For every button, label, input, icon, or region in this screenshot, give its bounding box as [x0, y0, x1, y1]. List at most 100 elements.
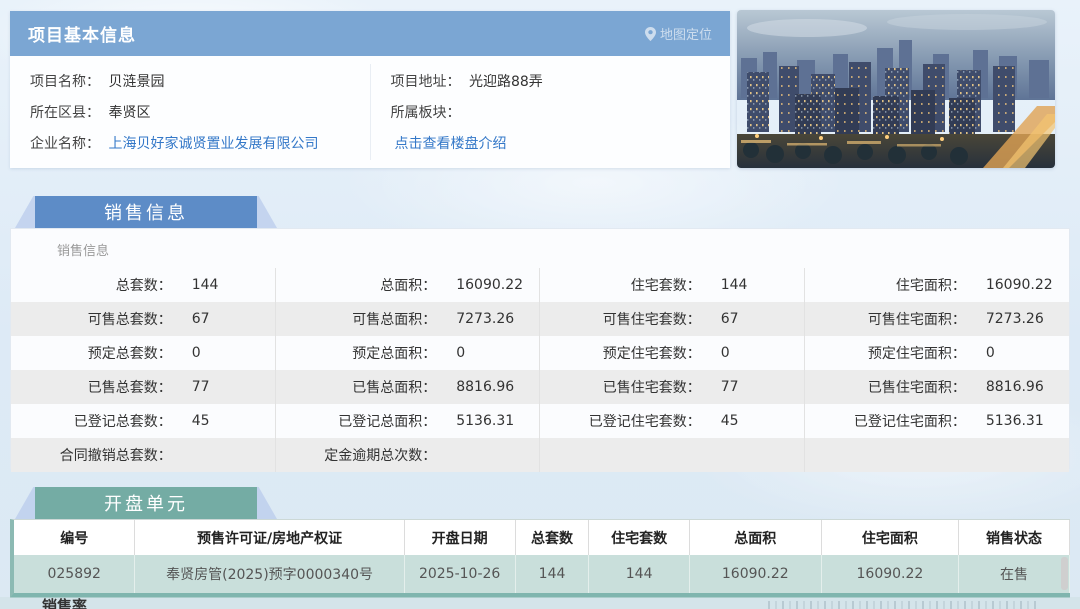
sales-info-cell: 已登记总套数：45 [11, 404, 276, 438]
field-project-address: 项目地址： 光迎路88弄 [391, 71, 711, 91]
tab-sales-info-label: 销售信息 [35, 196, 258, 228]
field-label: 可售住宅面积： [805, 309, 966, 329]
map-pin-icon [645, 27, 656, 41]
sales-info-cell: 预定总套数：0 [11, 336, 276, 370]
column-header: 销售状态 [959, 520, 1070, 555]
column-header: 总面积 [690, 520, 822, 555]
field-value: 45 [172, 413, 210, 429]
sales-info-cell: 已登记住宅套数：45 [540, 404, 805, 438]
column-header: 总套数 [516, 520, 590, 555]
field-project-name: 项目名称： 贝涟景园 [30, 71, 350, 91]
field-label: 项目名称： [30, 74, 100, 90]
table-scrollbar-thumb[interactable] [1061, 557, 1068, 590]
field-value: 奉贤区 [108, 105, 150, 121]
field-label: 所在区县： [30, 105, 100, 121]
property-intro-link[interactable]: 点击查看楼盘介绍 [395, 136, 507, 152]
sales-info-cell: 已售住宅套数：77 [540, 370, 805, 404]
project-basic-info-panel: 项目基本信息 地图定位 项目名称： 贝涟景园 所在区县： 奉贤区 企业名称 [10, 11, 730, 168]
tab-sales-info[interactable]: 销售信息 [15, 196, 277, 228]
field-label: 已售总套数： [11, 377, 172, 397]
field-label: 定金逾期总次数： [276, 445, 437, 465]
field-value: 67 [701, 311, 739, 327]
field-value: 0 [436, 345, 465, 361]
field-label: 总套数： [11, 275, 172, 295]
field-label: 总面积： [276, 275, 437, 295]
table-cell: 025892 [14, 555, 135, 593]
section-title-project-info: 项目基本信息 [28, 21, 136, 46]
field-label: 已售住宅套数： [540, 377, 701, 397]
field-value: 67 [172, 311, 210, 327]
field-value: 0 [701, 345, 730, 361]
table-cell: 2025-10-26 [405, 555, 516, 593]
field-value: 144 [701, 277, 748, 293]
company-name-link[interactable]: 上海贝好家诚贤置业发展有限公司 [108, 136, 318, 152]
field-label: 预定住宅面积： [805, 343, 966, 363]
field-label: 企业名称： [30, 136, 100, 152]
map-locate-link[interactable]: 地图定位 [645, 24, 712, 43]
sales-info-cell: 可售总套数：67 [11, 302, 276, 336]
sales-info-panel: 销售信息 总套数：144总面积：16090.22住宅套数：144住宅面积：160… [10, 228, 1070, 469]
field-value: 77 [172, 379, 210, 395]
field-value: 5136.31 [966, 413, 1044, 429]
sales-info-subheader: 销售信息 [11, 229, 1069, 268]
field-value: 8816.96 [966, 379, 1044, 395]
project-photo [737, 10, 1055, 168]
project-info-left-column: 项目名称： 贝涟景园 所在区县： 奉贤区 企业名称： 上海贝好家诚贤置业发展有限… [10, 64, 371, 160]
page-root: 项目基本信息 地图定位 项目名称： 贝涟景园 所在区县： 奉贤区 企业名称 [0, 0, 1080, 609]
field-value: 144 [172, 277, 219, 293]
column-header: 住宅套数 [589, 520, 689, 555]
sales-info-grid: 总套数：144总面积：16090.22住宅套数：144住宅面积：16090.22… [11, 268, 1069, 472]
field-value: 0 [966, 345, 995, 361]
sales-info-cell: 预定总面积：0 [276, 336, 541, 370]
table-cell: 奉贤房管(2025)预字0000340号 [135, 555, 404, 593]
field-label: 已登记总面积： [276, 411, 437, 431]
column-header: 编号 [14, 520, 135, 555]
cityscape-image [737, 10, 1055, 168]
field-plate: 所属板块： [391, 102, 711, 122]
field-label: 住宅套数： [540, 275, 701, 295]
field-label: 预定总套数： [11, 343, 172, 363]
sales-info-row: 已售总套数：77已售总面积：8816.96已售住宅套数：77已售住宅面积：881… [11, 370, 1069, 404]
sales-info-cell: 总套数：144 [11, 268, 276, 302]
table-cell: 16090.22 [690, 555, 822, 593]
table-cell: 16090.22 [822, 555, 959, 593]
sales-info-cell: 已登记住宅面积：5136.31 [805, 404, 1070, 438]
column-header: 开盘日期 [405, 520, 516, 555]
sales-info-cell: 已售总套数：77 [11, 370, 276, 404]
sales-info-cell: 可售住宅面积：7273.26 [805, 302, 1070, 336]
partial-sales-rate-label: 销售率 [42, 599, 87, 609]
sales-info-row: 可售总套数：67可售总面积：7273.26可售住宅套数：67可售住宅面积：727… [11, 302, 1069, 336]
status-badge: 在售 [959, 555, 1070, 593]
sales-info-row: 总套数：144总面积：16090.22住宅套数：144住宅面积：16090.22 [11, 268, 1069, 302]
field-value: 77 [701, 379, 739, 395]
faint-watermark [768, 601, 1036, 609]
field-value: 16090.22 [436, 277, 523, 293]
sales-info-cell: 定金逾期总次数： [276, 438, 541, 472]
opening-units-table: 编号预售许可证/房地产权证开盘日期总套数住宅套数总面积住宅面积销售状态02589… [10, 519, 1070, 598]
field-value: 45 [701, 413, 739, 429]
field-value: 7273.26 [966, 311, 1044, 327]
project-info-header: 项目基本信息 地图定位 [10, 11, 730, 56]
field-value: 贝涟景园 [108, 74, 164, 90]
column-header: 住宅面积 [822, 520, 959, 555]
sales-info-cell: 已售住宅面积：8816.96 [805, 370, 1070, 404]
field-district: 所在区县： 奉贤区 [30, 102, 350, 122]
field-value: 16090.22 [966, 277, 1053, 293]
field-label: 已登记总套数： [11, 411, 172, 431]
tab-opening-units-label: 开盘单元 [35, 487, 258, 519]
sales-info-row: 合同撤销总套数：定金逾期总次数： [11, 438, 1069, 472]
sales-info-cell: 合同撤销总套数： [11, 438, 276, 472]
sales-info-cell: 预定住宅套数：0 [540, 336, 805, 370]
table-row[interactable]: 025892奉贤房管(2025)预字0000340号2025-10-261441… [14, 555, 1070, 593]
field-label: 可售住宅套数： [540, 309, 701, 329]
sales-info-row: 预定总套数：0预定总面积：0预定住宅套数：0预定住宅面积：0 [11, 336, 1069, 370]
sales-info-cell: 住宅套数：144 [540, 268, 805, 302]
tab-opening-units[interactable]: 开盘单元 [15, 487, 277, 519]
field-label: 所属板块： [391, 105, 461, 121]
field-label: 已售住宅面积： [805, 377, 966, 397]
sales-info-cell: 可售总面积：7273.26 [276, 302, 541, 336]
field-label: 住宅面积： [805, 275, 966, 295]
field-label: 已登记住宅套数： [540, 411, 701, 431]
column-header: 预售许可证/房地产权证 [135, 520, 404, 555]
field-label: 已登记住宅面积： [805, 411, 966, 431]
